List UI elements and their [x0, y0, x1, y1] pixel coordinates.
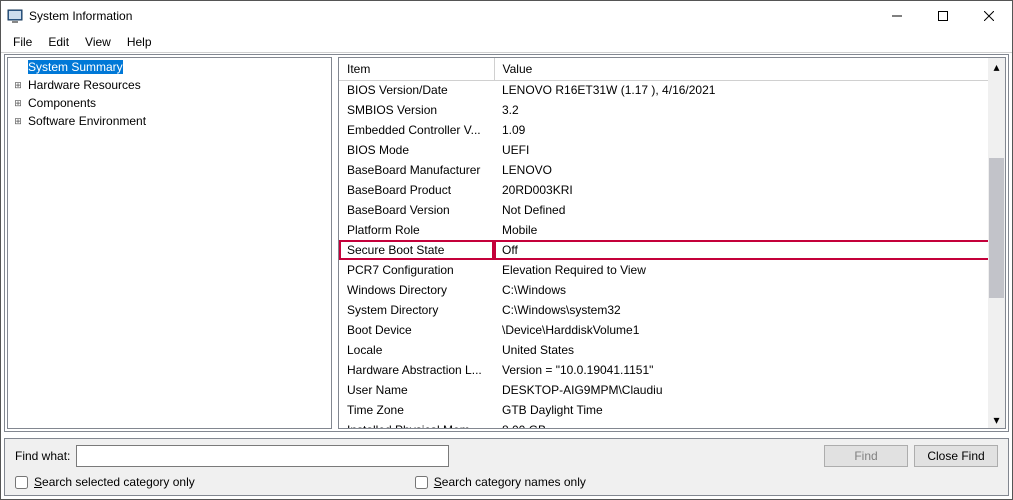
- cell-value: Mobile: [494, 220, 1005, 240]
- table-row[interactable]: SMBIOS Version3.2: [339, 100, 1005, 120]
- cell-value: GTB Daylight Time: [494, 400, 1005, 420]
- titlebar: System Information: [1, 1, 1012, 31]
- cell-item: Installed Physical Mem...: [339, 420, 494, 429]
- cell-value: \Device\HarddiskVolume1: [494, 320, 1005, 340]
- find-button[interactable]: Find: [824, 445, 908, 467]
- table-row[interactable]: Secure Boot StateOff: [339, 240, 1005, 260]
- cell-item: BIOS Version/Date: [339, 80, 494, 100]
- menu-edit[interactable]: Edit: [40, 33, 77, 51]
- table-row[interactable]: BIOS ModeUEFI: [339, 140, 1005, 160]
- tree-expander-icon[interactable]: ⊞: [12, 115, 24, 127]
- cell-item: BaseBoard Product: [339, 180, 494, 200]
- cell-value: LENOVO: [494, 160, 1005, 180]
- window-buttons: [874, 1, 1012, 31]
- tree-node-label: System Summary: [28, 60, 123, 74]
- scroll-down-arrow[interactable]: ▾: [988, 411, 1005, 428]
- cell-value: 3.2: [494, 100, 1005, 120]
- tree-node[interactable]: ⊞ Software Environment: [8, 112, 331, 130]
- cell-item: BaseBoard Manufacturer: [339, 160, 494, 180]
- tree-node[interactable]: ⊞System Summary: [8, 58, 331, 76]
- cell-item: SMBIOS Version: [339, 100, 494, 120]
- vertical-scrollbar[interactable]: ▴ ▾: [988, 58, 1005, 428]
- table-row[interactable]: PCR7 ConfigurationElevation Required to …: [339, 260, 1005, 280]
- find-input[interactable]: [76, 445, 449, 467]
- cell-item: Platform Role: [339, 220, 494, 240]
- maximize-button[interactable]: [920, 1, 966, 31]
- table-row[interactable]: Windows DirectoryC:\Windows: [339, 280, 1005, 300]
- menu-view[interactable]: View: [77, 33, 119, 51]
- category-tree[interactable]: ⊞System Summary⊞Hardware Resources⊞Compo…: [7, 57, 332, 429]
- cell-item: Secure Boot State: [339, 240, 494, 260]
- search-selected-only-checkbox[interactable]: Search selected category only: [15, 475, 195, 489]
- cell-item: Hardware Abstraction L...: [339, 360, 494, 380]
- table-row[interactable]: BaseBoard Product20RD003KRI: [339, 180, 1005, 200]
- tree-expander-icon[interactable]: ⊞: [12, 79, 24, 91]
- table-row[interactable]: LocaleUnited States: [339, 340, 1005, 360]
- table-row[interactable]: BaseBoard VersionNot Defined: [339, 200, 1005, 220]
- table-row[interactable]: Boot Device\Device\HarddiskVolume1: [339, 320, 1005, 340]
- window-title: System Information: [29, 9, 874, 23]
- scroll-up-arrow[interactable]: ▴: [988, 58, 1005, 75]
- checkbox-category-names[interactable]: [415, 476, 428, 489]
- search-category-names-checkbox[interactable]: Search category names only: [415, 475, 586, 489]
- column-header-item[interactable]: Item: [339, 58, 494, 80]
- cell-value: Version = "10.0.19041.1151": [494, 360, 1005, 380]
- tree-node-label: Hardware Resources: [28, 78, 141, 92]
- cell-value: C:\Windows\system32: [494, 300, 1005, 320]
- cell-value: LENOVO R16ET31W (1.17 ), 4/16/2021: [494, 80, 1005, 100]
- table-row[interactable]: Time ZoneGTB Daylight Time: [339, 400, 1005, 420]
- table-row[interactable]: BIOS Version/DateLENOVO R16ET31W (1.17 )…: [339, 80, 1005, 100]
- find-bar: Find what: Find Close Find Search select…: [4, 438, 1009, 496]
- minimize-button[interactable]: [874, 1, 920, 31]
- cell-value: Elevation Required to View: [494, 260, 1005, 280]
- tree-node[interactable]: ⊞ Hardware Resources: [8, 76, 331, 94]
- details-grid: Item Value BIOS Version/DateLENOVO R16ET…: [338, 57, 1006, 429]
- cell-item: System Directory: [339, 300, 494, 320]
- app-icon: [7, 8, 23, 24]
- table-row[interactable]: Embedded Controller V...1.09: [339, 120, 1005, 140]
- column-header-value[interactable]: Value: [494, 58, 1005, 80]
- menu-help[interactable]: Help: [119, 33, 160, 51]
- cell-value: 1.09: [494, 120, 1005, 140]
- cell-item: Locale: [339, 340, 494, 360]
- close-button[interactable]: [966, 1, 1012, 31]
- tree-node-label: Components: [28, 96, 96, 110]
- cell-value: Off: [494, 240, 1005, 260]
- cell-item: User Name: [339, 380, 494, 400]
- cell-item: BaseBoard Version: [339, 200, 494, 220]
- cell-value: C:\Windows: [494, 280, 1005, 300]
- tree-node[interactable]: ⊞ Components: [8, 94, 331, 112]
- cell-item: Boot Device: [339, 320, 494, 340]
- tree-node-label: Software Environment: [28, 114, 146, 128]
- table-row[interactable]: User NameDESKTOP-AIG9MPM\Claudiu: [339, 380, 1005, 400]
- find-label: Find what:: [15, 449, 70, 463]
- menu-file[interactable]: File: [5, 33, 40, 51]
- cell-value: United States: [494, 340, 1005, 360]
- cell-item: PCR7 Configuration: [339, 260, 494, 280]
- cell-item: Windows Directory: [339, 280, 494, 300]
- table-row[interactable]: Installed Physical Mem...8.00 GB: [339, 420, 1005, 429]
- cell-value: DESKTOP-AIG9MPM\Claudiu: [494, 380, 1005, 400]
- table-row[interactable]: BaseBoard ManufacturerLENOVO: [339, 160, 1005, 180]
- cell-item: BIOS Mode: [339, 140, 494, 160]
- close-find-button[interactable]: Close Find: [914, 445, 998, 467]
- cell-value: UEFI: [494, 140, 1005, 160]
- table-row[interactable]: Hardware Abstraction L...Version = "10.0…: [339, 360, 1005, 380]
- content-area: ⊞System Summary⊞Hardware Resources⊞Compo…: [0, 52, 1013, 434]
- checkbox-selected-only[interactable]: [15, 476, 28, 489]
- cell-item: Time Zone: [339, 400, 494, 420]
- scroll-thumb[interactable]: [989, 158, 1004, 298]
- table-row[interactable]: Platform RoleMobile: [339, 220, 1005, 240]
- frame: ⊞System Summary⊞Hardware Resources⊞Compo…: [4, 54, 1009, 432]
- tree-expander-icon[interactable]: ⊞: [12, 97, 24, 109]
- cell-value: 20RD003KRI: [494, 180, 1005, 200]
- cell-value: Not Defined: [494, 200, 1005, 220]
- cell-value: 8.00 GB: [494, 420, 1005, 429]
- table-row[interactable]: System DirectoryC:\Windows\system32: [339, 300, 1005, 320]
- menubar: File Edit View Help: [1, 31, 1012, 53]
- cell-item: Embedded Controller V...: [339, 120, 494, 140]
